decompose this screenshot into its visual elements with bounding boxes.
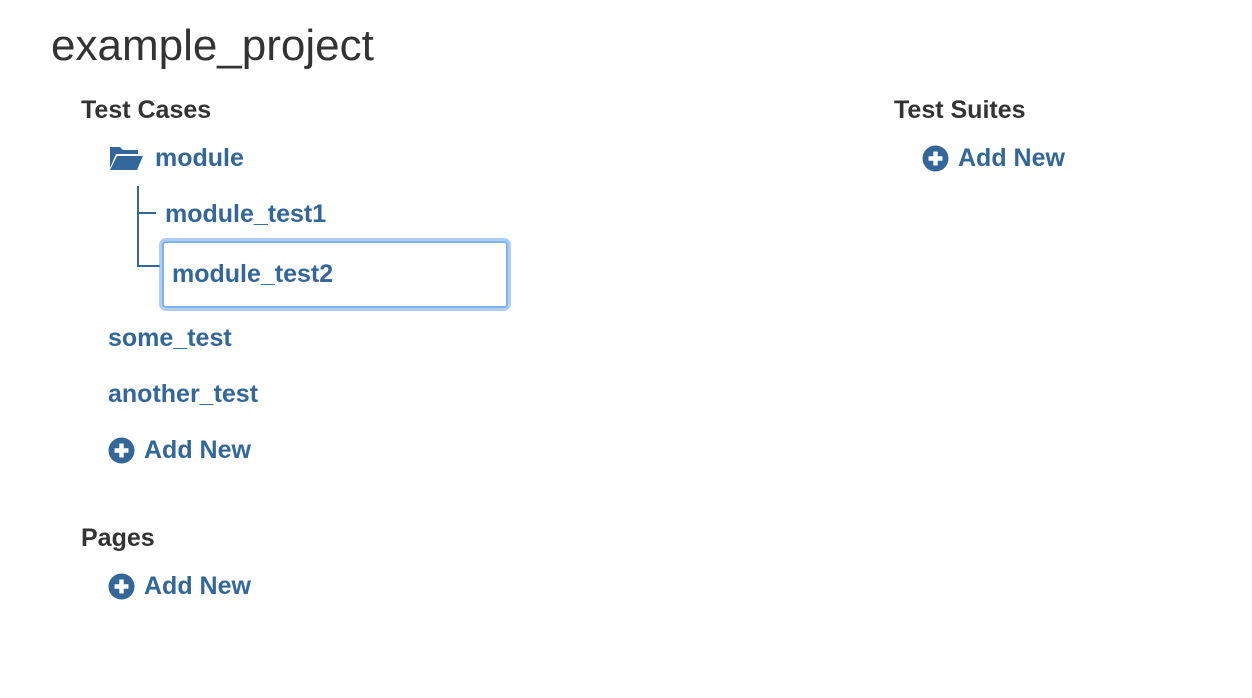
folder-open-icon — [110, 147, 143, 170]
pages-heading: Pages — [81, 524, 155, 552]
add-new-label: Add New — [144, 572, 251, 600]
tree-branch — [137, 212, 156, 214]
plus-circle-icon — [108, 573, 135, 599]
add-new-page-button[interactable]: Add New — [108, 570, 251, 602]
add-new-test-case-button[interactable]: Add New — [108, 434, 251, 466]
test-suites-heading: Test Suites — [894, 96, 1026, 124]
rename-test-input[interactable] — [162, 241, 508, 308]
add-new-label: Add New — [144, 436, 251, 464]
test-cases-heading: Test Cases — [81, 96, 212, 124]
tree-branch — [137, 265, 160, 267]
add-new-test-suite-button[interactable]: Add New — [922, 142, 1065, 174]
folder-label: module — [155, 144, 244, 172]
tree-line-vertical — [137, 186, 139, 267]
project-title: example_project — [51, 21, 374, 70]
test-case-some-test[interactable]: some_test — [108, 322, 232, 354]
plus-circle-icon — [922, 145, 949, 171]
test-case-another-test[interactable]: another_test — [108, 378, 258, 410]
test-case-module-test1[interactable]: module_test1 — [165, 198, 326, 230]
add-new-label: Add New — [958, 144, 1065, 172]
folder-module[interactable]: module — [108, 142, 244, 174]
plus-circle-icon — [108, 437, 135, 463]
